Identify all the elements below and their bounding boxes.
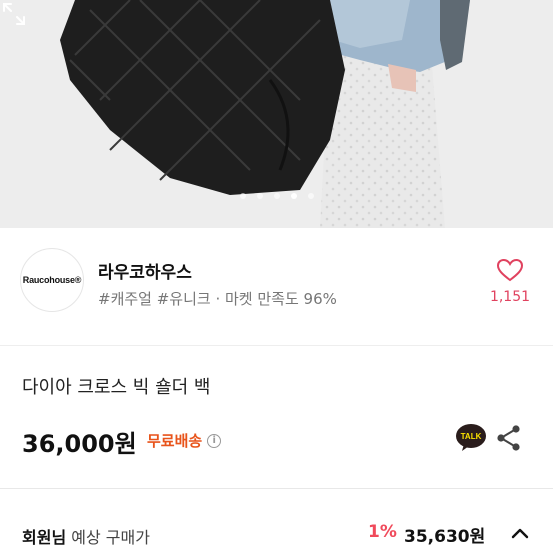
expand-icon[interactable] [0, 0, 28, 28]
store-logo-text: Raucohouse® [22, 275, 82, 285]
product-price: 36,000원 [22, 430, 137, 458]
info-icon[interactable]: i [207, 433, 222, 448]
member-price-label: 회원님 예상 구매가 [22, 524, 150, 548]
store-tags: #캐주얼 #유니크 · 마켓 만족도 96% [98, 290, 337, 308]
product-page: Raucohouse® 라우코하우스 #캐주얼 #유니크 · 마켓 만족도 96… [0, 0, 553, 553]
like-count: 1,151 [489, 289, 531, 305]
product-image-carousel[interactable] [0, 0, 553, 228]
member-price: 35,630원 [404, 527, 486, 547]
free-shipping-badge[interactable]: 무료배송 i [147, 430, 222, 451]
member-label-bold: 회원님 [22, 528, 67, 547]
carousel-dot-active[interactable] [290, 193, 297, 199]
store-name[interactable]: 라우코하우스 [98, 258, 192, 283]
kakao-talk-button[interactable]: TALK [456, 424, 486, 452]
carousel-dot[interactable] [307, 193, 314, 199]
talk-tail-icon [462, 444, 469, 451]
share-icon[interactable] [496, 424, 522, 452]
chevron-up-icon[interactable] [510, 526, 530, 540]
carousel-dot[interactable] [273, 193, 280, 199]
divider [0, 488, 553, 489]
product-title: 다이아 크로스 빅 숄더 백 [22, 377, 211, 398]
store-logo[interactable]: Raucohouse® [20, 248, 84, 312]
carousel-dot[interactable] [256, 193, 263, 199]
member-label-rest: 예상 구매가 [66, 528, 150, 547]
discount-rate: 1% [368, 522, 397, 542]
free-shipping-label: 무료배송 [147, 432, 203, 450]
carousel-dot[interactable] [239, 193, 246, 199]
heart-icon[interactable] [496, 258, 524, 282]
carousel-indicators [0, 193, 553, 199]
